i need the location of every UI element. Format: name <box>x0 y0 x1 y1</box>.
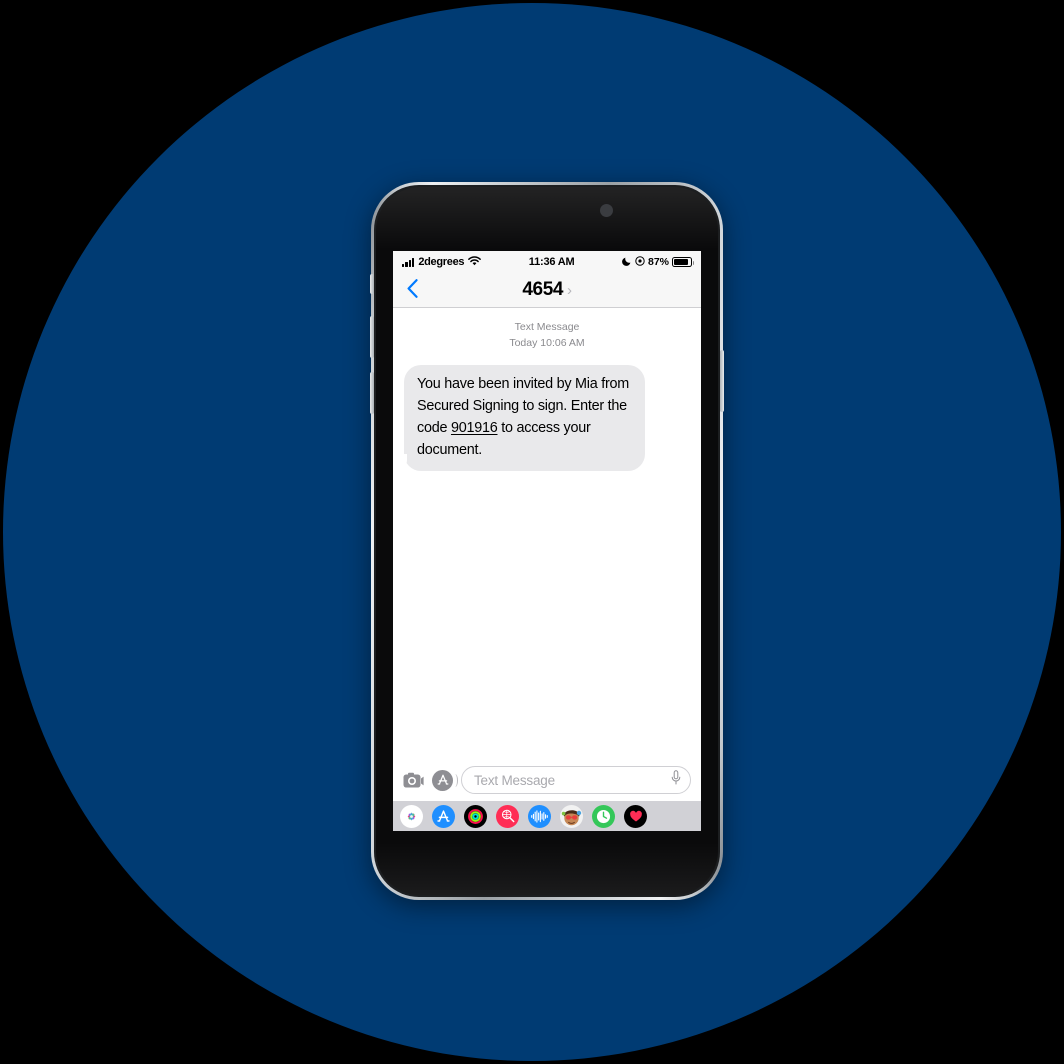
clock-timer-app-icon[interactable] <box>592 804 615 828</box>
phone-screen: 2degrees 11:36 AM 87% 4654 › Text Messag… <box>393 251 701 831</box>
status-bar-right: 87% <box>622 255 695 269</box>
status-bar: 2degrees 11:36 AM 87% <box>393 251 701 273</box>
photos-app-icon[interactable] <box>400 804 423 828</box>
app-store-button[interactable] <box>432 769 458 791</box>
app-store-app-icon[interactable] <box>432 804 455 828</box>
mute-switch[interactable] <box>370 274 374 294</box>
front-camera-dot <box>600 204 613 217</box>
voice-memo-app-icon[interactable] <box>528 804 551 828</box>
message-row: You have been invited by Mia from Secure… <box>396 364 690 472</box>
camera-button[interactable] <box>403 770 424 791</box>
microphone-button[interactable] <box>671 770 681 790</box>
phone-mockup: 2degrees 11:36 AM 87% 4654 › Text Messag… <box>370 182 724 900</box>
chevron-left-icon <box>407 278 418 298</box>
battery-icon <box>672 257 695 267</box>
message-time-label: Today 10:06 AM <box>509 336 585 349</box>
incoming-message-bubble[interactable]: You have been invited by Mia from Secure… <box>396 364 645 472</box>
camera-icon <box>403 772 424 787</box>
alarm-icon <box>635 255 645 269</box>
carrier-label: 2degrees <box>418 256 465 268</box>
status-bar-time: 11:36 AM <box>528 256 575 268</box>
back-button[interactable] <box>402 277 423 304</box>
conversation-title-text: 4654 <box>522 279 564 300</box>
chevron-right-icon: › <box>567 282 572 299</box>
conversation-title[interactable]: 4654 › <box>522 279 572 301</box>
canvas-background: 2degrees 11:36 AM 87% 4654 › Text Messag… <box>0 0 1064 1064</box>
navigation-bar: 4654 › <box>393 273 701 308</box>
message-input-placeholder: Text Message <box>474 772 555 788</box>
moon-do-not-disturb-icon <box>622 256 632 269</box>
status-bar-left: 2degrees <box>402 255 482 269</box>
verification-code-link[interactable]: 901916 <box>451 420 498 436</box>
message-input-bar: Text Message <box>393 759 701 801</box>
microphone-icon <box>671 770 681 785</box>
battery-percent-label: 87% <box>647 256 669 268</box>
memoji-app-icon[interactable] <box>560 804 583 828</box>
music-app-icon[interactable] <box>624 804 647 828</box>
activity-app-icon[interactable] <box>464 804 487 828</box>
conversation-thread: Text Message Today 10:06 AM You have bee… <box>393 308 701 759</box>
volume-up-button[interactable] <box>370 316 374 358</box>
power-button[interactable] <box>720 350 724 412</box>
wifi-icon <box>468 255 482 269</box>
volume-down-button[interactable] <box>370 372 374 414</box>
message-type-label: Text Message <box>514 321 580 333</box>
cellular-signal-icon <box>402 257 415 267</box>
imessage-app-drawer[interactable] <box>393 801 701 831</box>
app-store-icon <box>432 769 458 791</box>
message-text-field[interactable]: Text Message <box>461 766 691 794</box>
message-timestamp-header: Text Message Today 10:06 AM <box>404 320 690 352</box>
images-search-app-icon[interactable] <box>496 804 519 828</box>
